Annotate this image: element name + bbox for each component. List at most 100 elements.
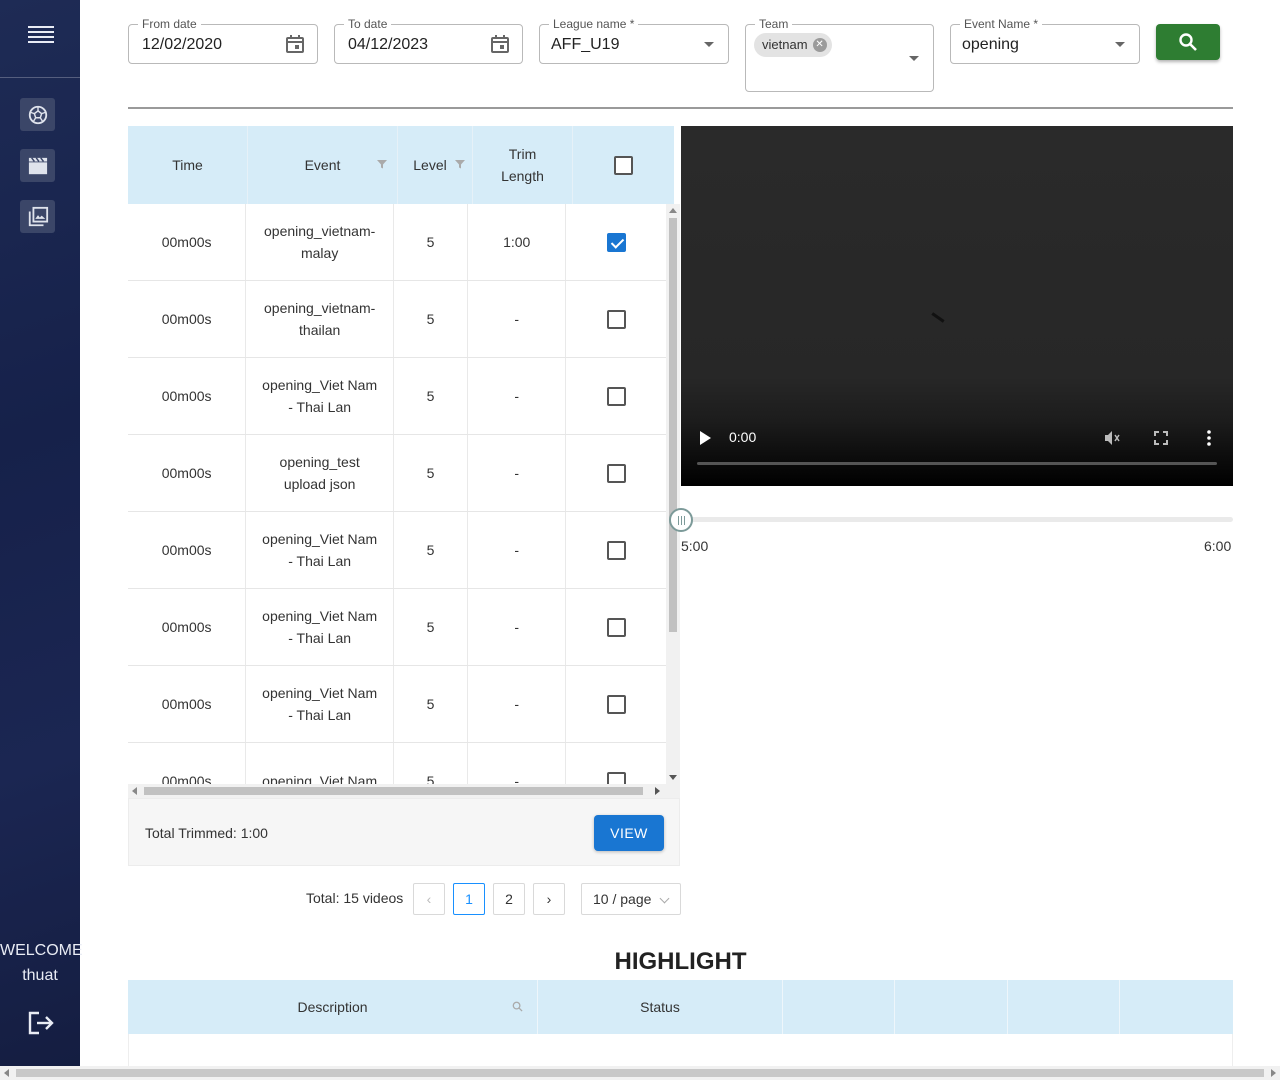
welcome-text: WELCOME thuat (0, 938, 83, 988)
row-checkbox[interactable] (606, 771, 626, 784)
scroll-thumb[interactable] (16, 1069, 1264, 1077)
trim-range-handle[interactable] (669, 508, 693, 532)
sidebar-item-videos[interactable] (20, 149, 55, 182)
team-chip: vietnam ✕ (754, 33, 832, 57)
scroll-thumb[interactable] (669, 218, 677, 632)
welcome-label: WELCOME (0, 942, 83, 959)
scroll-right-icon[interactable] (1271, 1069, 1276, 1077)
total-trimmed: Total Trimmed: 1:00 (145, 825, 268, 841)
scroll-right-icon[interactable] (655, 787, 660, 795)
col-time: Time (128, 126, 248, 204)
play-icon[interactable] (700, 431, 711, 445)
table-row[interactable]: 00m00s opening_Viet Nam - Thai Lan 5 - (128, 512, 666, 589)
cell-level-text: 5 (426, 311, 435, 327)
league-label: League name * (549, 17, 639, 31)
sidebar-item-gallery[interactable] (20, 200, 55, 233)
range-end-label: 6:00 (1204, 538, 1232, 554)
row-checkbox[interactable] (606, 386, 626, 406)
cell-time: 00m00s (128, 589, 247, 665)
row-checkbox[interactable] (606, 309, 626, 329)
more-options-icon[interactable] (1200, 429, 1218, 447)
row-checkbox[interactable] (606, 232, 626, 252)
table-row[interactable]: 00m00s opening_vietnam-malay 5 1:00 (128, 204, 666, 281)
col-event[interactable]: Event (248, 126, 398, 204)
row-checkbox[interactable] (606, 617, 626, 637)
cell-level: 5 (394, 435, 468, 511)
table-row[interactable]: 00m00s opening_Viet Nam 5 - (128, 743, 666, 784)
col-trim-length: Trim Length (473, 126, 573, 204)
table-horizontal-scrollbar[interactable] (128, 784, 680, 798)
next-page-button[interactable]: › (533, 883, 565, 915)
team-select[interactable]: Team vietnam ✕ (745, 17, 934, 92)
table-row[interactable]: 00m00s opening_test upload json 5 - (128, 435, 666, 512)
row-checkbox[interactable] (606, 694, 626, 714)
cell-time: 00m00s (128, 743, 247, 784)
table-row[interactable]: 00m00s opening_Viet Nam - Thai Lan 5 - (128, 589, 666, 666)
menu-icon[interactable] (28, 26, 54, 46)
cell-trim-length-text: - (514, 388, 520, 404)
page-size-select[interactable]: 10 / page (581, 883, 681, 915)
cell-event-text: opening_Viet Nam - Thai Lan (262, 608, 378, 646)
logout-icon[interactable] (27, 1010, 55, 1036)
cell-time-text: 00m00s (161, 388, 212, 404)
scroll-down-icon[interactable] (669, 775, 677, 780)
col-description-label: Description (297, 999, 368, 1015)
video-progress-bar[interactable] (697, 462, 1217, 465)
league-select[interactable]: League name * AFF_U19 (539, 17, 729, 64)
cell-select (566, 589, 666, 665)
cell-time-text: 00m00s (161, 311, 212, 327)
cell-time: 00m00s (128, 435, 247, 511)
cell-trim-length-text: - (514, 696, 520, 712)
filter-icon[interactable] (377, 159, 387, 169)
cell-level: 5 (394, 358, 468, 434)
cell-trim-length-text: - (514, 619, 520, 635)
row-checkbox[interactable] (606, 540, 626, 560)
page-2-button[interactable]: 2 (493, 883, 525, 915)
row-checkbox[interactable] (606, 463, 626, 483)
page-1-button[interactable]: 1 (453, 883, 485, 915)
trim-range-track[interactable] (681, 517, 1233, 522)
chevron-down-icon (659, 893, 670, 904)
search-icon[interactable] (512, 1001, 523, 1012)
cell-trim-length: - (468, 743, 567, 784)
prev-page-button[interactable]: ‹ (413, 883, 445, 915)
table-row[interactable]: 00m00s opening_Viet Nam - Thai Lan 5 - (128, 358, 666, 435)
highlight-title: HIGHLIGHT (614, 948, 747, 975)
caret-down-icon[interactable] (704, 42, 714, 47)
page-horizontal-scrollbar[interactable] (0, 1066, 1280, 1080)
event-name-select[interactable]: Event Name * opening (950, 17, 1140, 64)
scroll-up-icon[interactable] (669, 208, 677, 213)
caret-down-icon[interactable] (909, 56, 919, 61)
table-vertical-scrollbar[interactable] (666, 204, 680, 784)
cell-level-text: 5 (426, 773, 435, 784)
mute-icon[interactable] (1103, 429, 1121, 447)
calendar-icon[interactable] (285, 34, 305, 54)
calendar-icon[interactable] (490, 34, 510, 54)
select-all-checkbox[interactable] (614, 155, 633, 175)
search-button[interactable] (1156, 24, 1220, 60)
cell-event: opening_vietnam-malay (246, 204, 395, 280)
video-player[interactable]: 0:00 (681, 126, 1233, 486)
table-row[interactable]: 00m00s opening_vietnam-thailan 5 - (128, 281, 666, 358)
cell-level-text: 5 (426, 542, 435, 558)
to-date-field[interactable]: To date 04/12/2023 (334, 17, 523, 64)
scroll-thumb[interactable] (144, 787, 643, 795)
fullscreen-icon[interactable] (1152, 429, 1170, 447)
col-level[interactable]: Level (398, 126, 473, 204)
cell-level-text: 5 (426, 465, 435, 481)
scroll-left-icon[interactable] (4, 1069, 9, 1077)
from-date-value[interactable]: 12/02/2020 (142, 36, 222, 54)
cell-trim-length: 1:00 (468, 204, 567, 280)
chip-remove-icon[interactable]: ✕ (812, 38, 827, 52)
from-date-field[interactable]: From date 12/02/2020 (128, 17, 318, 64)
sidebar-item-soccer[interactable] (20, 98, 55, 131)
col-description: Description (128, 980, 538, 1034)
to-date-value[interactable]: 04/12/2023 (348, 36, 428, 54)
table-row[interactable]: 00m00s opening_Viet Nam - Thai Lan 5 - (128, 666, 666, 743)
filter-icon[interactable] (455, 159, 465, 169)
caret-down-icon[interactable] (1115, 42, 1125, 47)
cell-event: opening_Viet Nam - Thai Lan (246, 512, 395, 588)
view-button[interactable]: VIEW (594, 815, 664, 851)
scroll-left-icon[interactable] (132, 787, 137, 795)
cell-event-text: opening_vietnam-malay (264, 223, 376, 261)
